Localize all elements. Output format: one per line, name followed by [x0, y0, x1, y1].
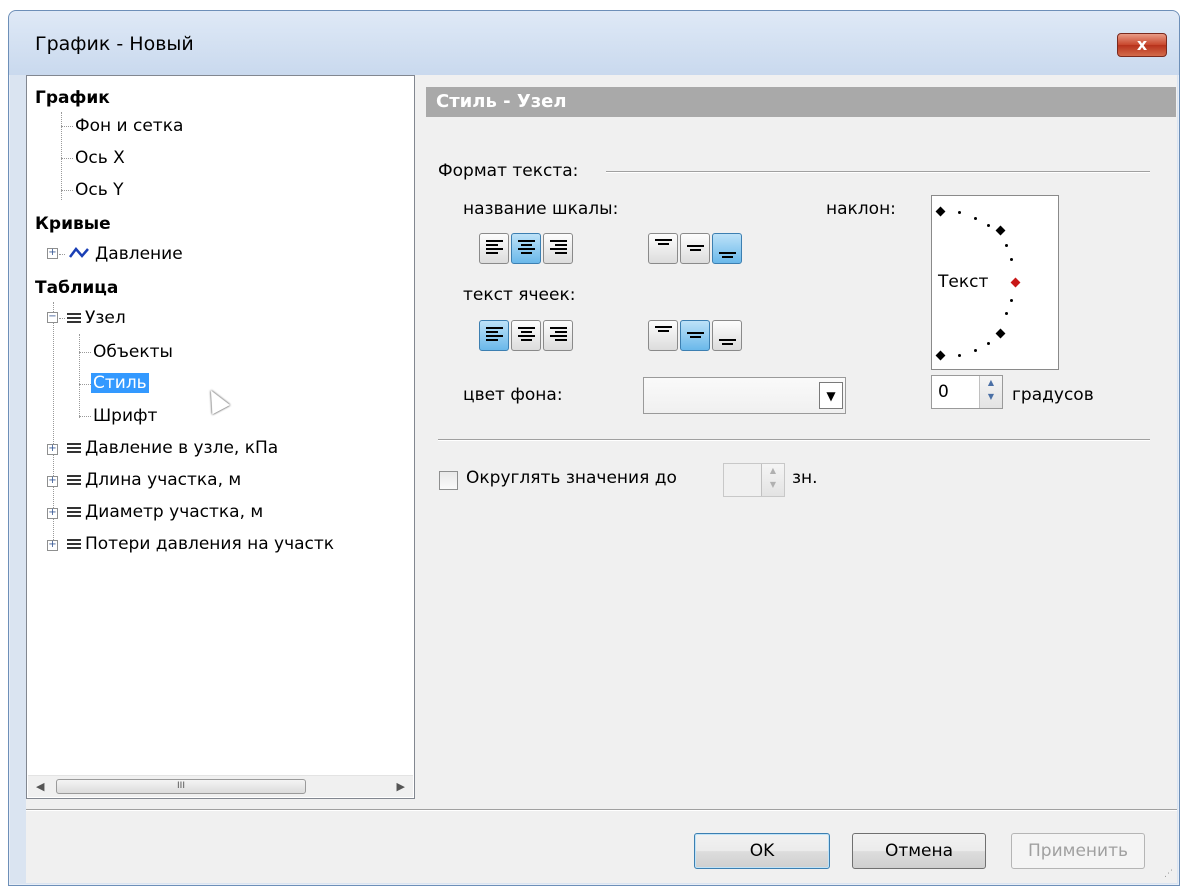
window-title: График - Новый — [35, 33, 194, 55]
scale-align-center-button[interactable] — [511, 233, 541, 264]
tree-item-label: Диаметр участка, м — [85, 502, 264, 522]
tree-item-label: Длина участка, м — [85, 470, 242, 490]
tilt-point-icon[interactable] — [995, 225, 1006, 236]
tree-item-pressure-curve[interactable]: Давление — [95, 244, 183, 264]
tree-item-column-4[interactable]: Потери давления на участк — [67, 534, 413, 554]
tree-item-label: Потери давления на участк — [85, 534, 335, 554]
title-bar: График - Новый x — [9, 11, 1179, 75]
list-icon — [67, 537, 81, 551]
list-icon — [67, 311, 81, 325]
section-header: Стиль - Узел — [426, 87, 1176, 117]
collapse-icon[interactable]: − — [47, 312, 58, 323]
spin-arrows-icon[interactable]: ▲ ▼ — [979, 376, 1002, 408]
tree-item-node-label: Узел — [85, 308, 126, 328]
cell-align-right-button[interactable] — [543, 320, 573, 351]
cancel-button[interactable]: Отмена — [852, 833, 986, 869]
tree-item-column-3[interactable]: Диаметр участка, м — [67, 502, 263, 522]
tilt-preview[interactable]: Текст — [931, 195, 1059, 370]
resize-grip-icon[interactable]: ⋰ — [1164, 869, 1173, 879]
scroll-right-icon[interactable]: ▶ — [397, 780, 405, 793]
ok-button[interactable]: OK — [694, 833, 830, 869]
chevron-down-icon[interactable]: ▼ — [819, 382, 843, 409]
tree-item-label: Давление в узле, кПа — [85, 438, 279, 458]
scroll-thumb[interactable]: III — [56, 779, 306, 794]
expand-icon[interactable]: + — [47, 508, 58, 519]
tree-item-curves[interactable]: Кривые — [35, 214, 111, 234]
scale-valign-middle-button[interactable] — [680, 233, 710, 264]
list-icon — [67, 441, 81, 455]
angle-spinner[interactable]: 0 ▲ ▼ — [931, 375, 1003, 409]
tree-item-node[interactable]: Узел — [67, 308, 126, 328]
round-values-checkbox[interactable] — [439, 471, 458, 490]
tree-item-style[interactable]: Стиль — [91, 373, 149, 393]
cell-valign-top-button[interactable] — [648, 320, 678, 351]
tree-item-font[interactable]: Шрифт — [93, 406, 157, 426]
tilt-point-icon[interactable] — [995, 328, 1006, 339]
settings-tree[interactable]: График Фон и сетка Ось X Ось Y Кривые + … — [26, 75, 415, 799]
tree-item-axis-y[interactable]: Ось Y — [75, 180, 124, 200]
tree-item-objects[interactable]: Объекты — [93, 342, 173, 362]
tree-item-axis-x[interactable]: Ось X — [75, 148, 125, 168]
curve-icon — [69, 247, 89, 258]
digits-unit-label: зн. — [792, 468, 818, 488]
tilt-label: наклон: — [826, 199, 896, 219]
background-color-label: цвет фона: — [463, 385, 563, 405]
tree-item-background-grid[interactable]: Фон и сетка — [75, 116, 183, 136]
background-color-select[interactable]: ▼ — [643, 377, 846, 414]
dialog-client: График Фон и сетка Ось X Ось Y Кривые + … — [26, 75, 1177, 883]
tilt-current-icon[interactable] — [1010, 277, 1021, 288]
scale-valign-top-button[interactable] — [648, 233, 678, 264]
cell-valign-middle-button[interactable] — [680, 320, 710, 351]
scroll-left-icon[interactable]: ◀ — [36, 780, 44, 793]
horizontal-scrollbar[interactable]: ◀ III ▶ — [28, 775, 413, 797]
cell-text-label: текст ячеек: — [463, 285, 576, 305]
angle-value: 0 — [938, 382, 949, 402]
text-format-label: Формат текста: — [438, 161, 579, 181]
round-values-label: Округлять значения до — [466, 468, 677, 488]
cell-valign-bottom-button[interactable] — [712, 320, 742, 351]
list-icon — [67, 505, 81, 519]
tilt-point-icon[interactable] — [935, 206, 946, 217]
apply-button[interactable]: Применить — [1011, 833, 1145, 869]
dialog-window: График - Новый x График Фон и сетка Ось … — [8, 10, 1180, 886]
cell-align-left-button[interactable] — [479, 320, 509, 351]
close-button[interactable]: x — [1117, 33, 1167, 57]
scale-valign-bottom-button[interactable] — [712, 233, 742, 264]
expand-icon[interactable]: + — [47, 248, 58, 259]
round-digits-spinner[interactable]: ▲ ▼ — [723, 463, 785, 497]
expand-icon[interactable]: + — [47, 444, 58, 455]
list-icon — [67, 473, 81, 487]
tilt-sample-text: Текст — [938, 272, 989, 292]
tree-item-grafik[interactable]: График — [35, 88, 110, 108]
scale-title-label: название шкалы: — [463, 199, 619, 219]
tree-item-table[interactable]: Таблица — [35, 278, 118, 298]
cell-align-center-button[interactable] — [511, 320, 541, 351]
scale-align-left-button[interactable] — [479, 233, 509, 264]
expand-icon[interactable]: + — [47, 476, 58, 487]
degrees-label: градусов — [1012, 385, 1094, 405]
tree-item-column-2[interactable]: Длина участка, м — [67, 470, 241, 490]
scale-align-right-button[interactable] — [543, 233, 573, 264]
tilt-point-icon[interactable] — [935, 350, 946, 361]
tree-item-column-1[interactable]: Давление в узле, кПа — [67, 438, 278, 458]
spin-arrows-icon[interactable]: ▲ ▼ — [761, 464, 784, 496]
expand-icon[interactable]: + — [47, 540, 58, 551]
